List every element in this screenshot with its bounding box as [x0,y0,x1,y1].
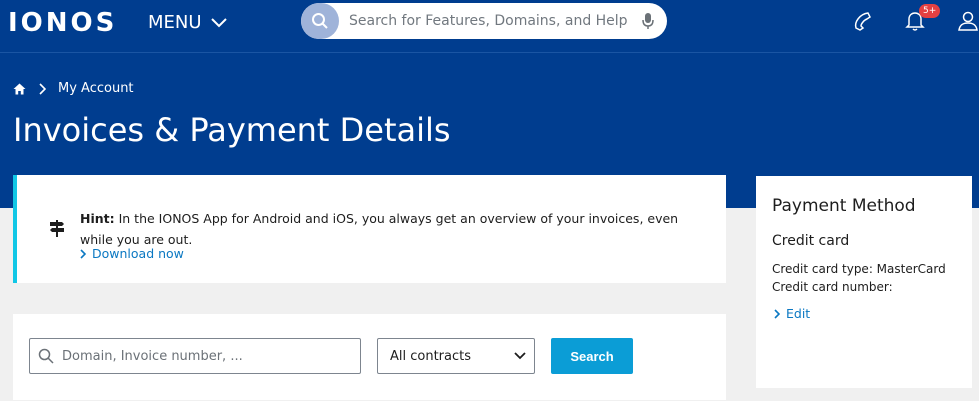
search-button[interactable]: Search [551,338,633,374]
download-now-label: Download now [92,246,184,261]
contracts-select[interactable]: All contracts [377,338,535,374]
menu-label: MENU [148,12,202,33]
hint-body: In the IONOS App for Android and iOS, yo… [80,211,679,247]
menu-button[interactable]: MENU [148,12,228,33]
edit-payment-link[interactable]: Edit [774,306,810,321]
payment-method-card: Payment Method Credit card Credit card t… [756,176,972,388]
search-icon [38,348,54,364]
phone-icon[interactable] [852,9,874,33]
microphone-icon[interactable] [641,11,655,31]
invoice-search-input[interactable]: Domain, Invoice number, ... [29,338,361,374]
chevron-right-icon [774,308,780,319]
top-navigation-bar: IONOS MENU Search for Features, Domains,… [0,0,979,53]
invoice-search-placeholder: Domain, Invoice number, ... [62,348,243,364]
global-search-input[interactable]: Search for Features, Domains, and Help [349,13,641,29]
chevron-right-icon [80,248,86,259]
payment-method-type: Credit card [772,233,850,249]
hint-card: Hint: In the IONOS App for Android and i… [13,175,726,283]
payment-method-title: Payment Method [772,196,916,216]
breadcrumb-item-my-account[interactable]: My Account [58,81,134,96]
edit-label: Edit [786,306,811,321]
credit-card-number: Credit card number: [772,280,893,294]
hint-label: Hint: [80,211,115,226]
hint-message: Hint: In the IONOS App for Android and i… [80,208,710,250]
ionos-logo[interactable]: IONOS [8,8,117,38]
credit-card-type: Credit card type: MasterCard [772,262,946,276]
signpost-icon [50,220,64,237]
contracts-select-value: All contracts [390,348,472,364]
chevron-right-icon [39,82,46,95]
notification-count-badge: 5+ [919,4,941,18]
download-now-link[interactable]: Download now [80,246,184,261]
global-search-field[interactable]: Search for Features, Domains, and Help [301,3,667,39]
breadcrumb: My Account [13,81,134,96]
user-icon[interactable] [957,9,979,33]
chevron-down-icon [514,352,526,360]
page-title: Invoices & Payment Details [13,111,451,149]
search-icon[interactable] [301,3,339,39]
chevron-down-icon [210,17,227,27]
home-icon[interactable] [13,83,26,95]
invoice-filter-card: Domain, Invoice number, ... All contract… [13,314,726,400]
